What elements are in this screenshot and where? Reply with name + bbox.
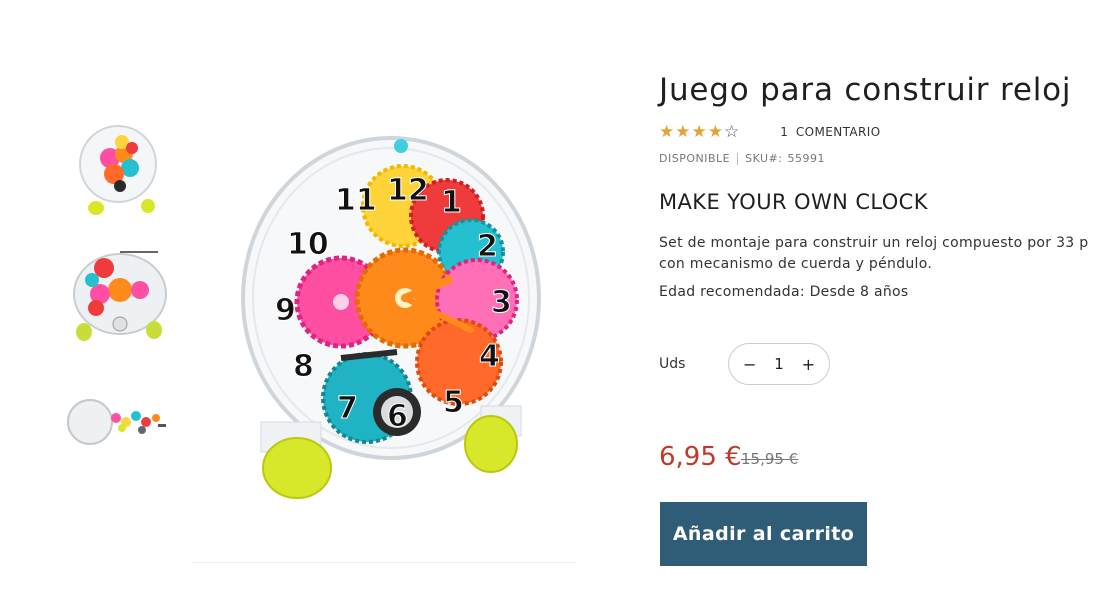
- add-to-cart-button[interactable]: Añadir al carrito: [660, 502, 867, 566]
- clock-number-12: 12: [387, 173, 429, 208]
- thumbnail-clock-front[interactable]: [62, 118, 172, 218]
- clock-number-2: 2: [477, 229, 498, 264]
- product-subtitle: MAKE YOUR OWN CLOCK: [659, 190, 928, 214]
- current-price: 6,95 €: [659, 442, 742, 472]
- clock-number-8: 8: [293, 349, 314, 384]
- quantity-label: Uds: [659, 356, 686, 372]
- main-product-image[interactable]: 1 2 3 4 5 6 7 8 9 10 11 12: [191, 76, 577, 563]
- original-price: 15,95 €: [741, 450, 799, 468]
- clock-number-7: 7: [337, 391, 358, 426]
- clock-number-9: 9: [275, 293, 296, 328]
- thumbnail-clock-side[interactable]: [62, 246, 172, 346]
- product-description: Set de montaje para construir un reloj c…: [659, 235, 1089, 272]
- quantity-input[interactable]: 1: [774, 355, 784, 373]
- sku-value: 55991: [787, 152, 825, 165]
- clock-number-11: 11: [335, 183, 377, 218]
- clock-number-5: 5: [443, 385, 464, 420]
- star-full-icon: ★: [707, 122, 723, 142]
- availability-status: DISPONIBLE: [659, 152, 731, 165]
- product-title: Juego para construir reloj: [659, 72, 1072, 108]
- clock-number-3: 3: [491, 285, 512, 320]
- meta-divider: [737, 152, 739, 165]
- decrease-quantity-button[interactable]: −: [743, 355, 756, 374]
- quantity-stepper: − 1 +: [728, 343, 830, 385]
- sku-label: SKU#:: [745, 152, 783, 165]
- review-count: 1: [780, 125, 788, 139]
- recommended-age: Edad recomendada: Desde 8 años: [659, 284, 909, 300]
- increase-quantity-button[interactable]: +: [802, 355, 815, 374]
- clock-number-1: 1: [441, 185, 462, 220]
- thumbnail-clock-parts[interactable]: [62, 380, 172, 460]
- clock-number-10: 10: [287, 227, 329, 262]
- reviews-link[interactable]: COMENTARIO: [796, 125, 881, 139]
- rating: ★ ★ ★ ★ ☆ 1 COMENTARIO: [659, 122, 881, 142]
- clock-number-4: 4: [479, 339, 500, 374]
- product-meta: DISPONIBLE SKU#: 55991: [659, 152, 825, 165]
- clock-number-6: 6: [387, 399, 408, 434]
- star-full-icon: ★: [675, 122, 691, 142]
- star-empty-icon: ☆: [724, 122, 740, 142]
- star-full-icon: ★: [659, 122, 675, 142]
- star-full-icon: ★: [691, 122, 707, 142]
